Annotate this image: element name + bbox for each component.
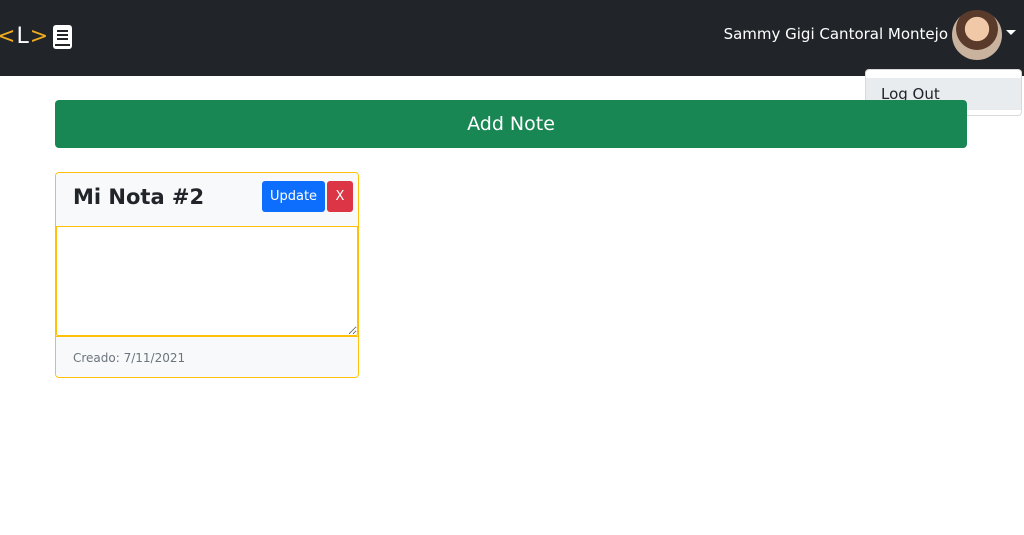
logo-left-bracket: < <box>0 24 16 49</box>
created-date: Creado: 7/11/2021 <box>73 351 186 365</box>
delete-button[interactable]: X <box>327 181 353 212</box>
user-name[interactable]: Sammy Gigi Cantoral Montejo <box>724 23 948 45</box>
brand-logo[interactable]: < L > <box>0 22 74 52</box>
logo-letter: L <box>16 24 29 49</box>
caret-down-icon[interactable] <box>1006 30 1016 35</box>
book-icon <box>52 24 74 50</box>
note-title: Mi Nota #2 <box>73 185 205 209</box>
note-card-header: Mi Nota #2 Update X <box>56 173 358 227</box>
user-avatar[interactable] <box>952 10 1002 60</box>
logo-right-bracket: > <box>29 24 49 49</box>
note-card: Mi Nota #2 Update X Creado: 7/11/2021 <box>55 172 359 378</box>
add-note-button[interactable]: Add Note <box>55 100 967 148</box>
note-card-footer: Creado: 7/11/2021 <box>56 336 358 377</box>
navbar: < L > Sammy Gigi Cantoral Montejo <box>0 0 1024 76</box>
note-content-textarea[interactable] <box>56 226 358 336</box>
update-button[interactable]: Update <box>262 181 325 212</box>
